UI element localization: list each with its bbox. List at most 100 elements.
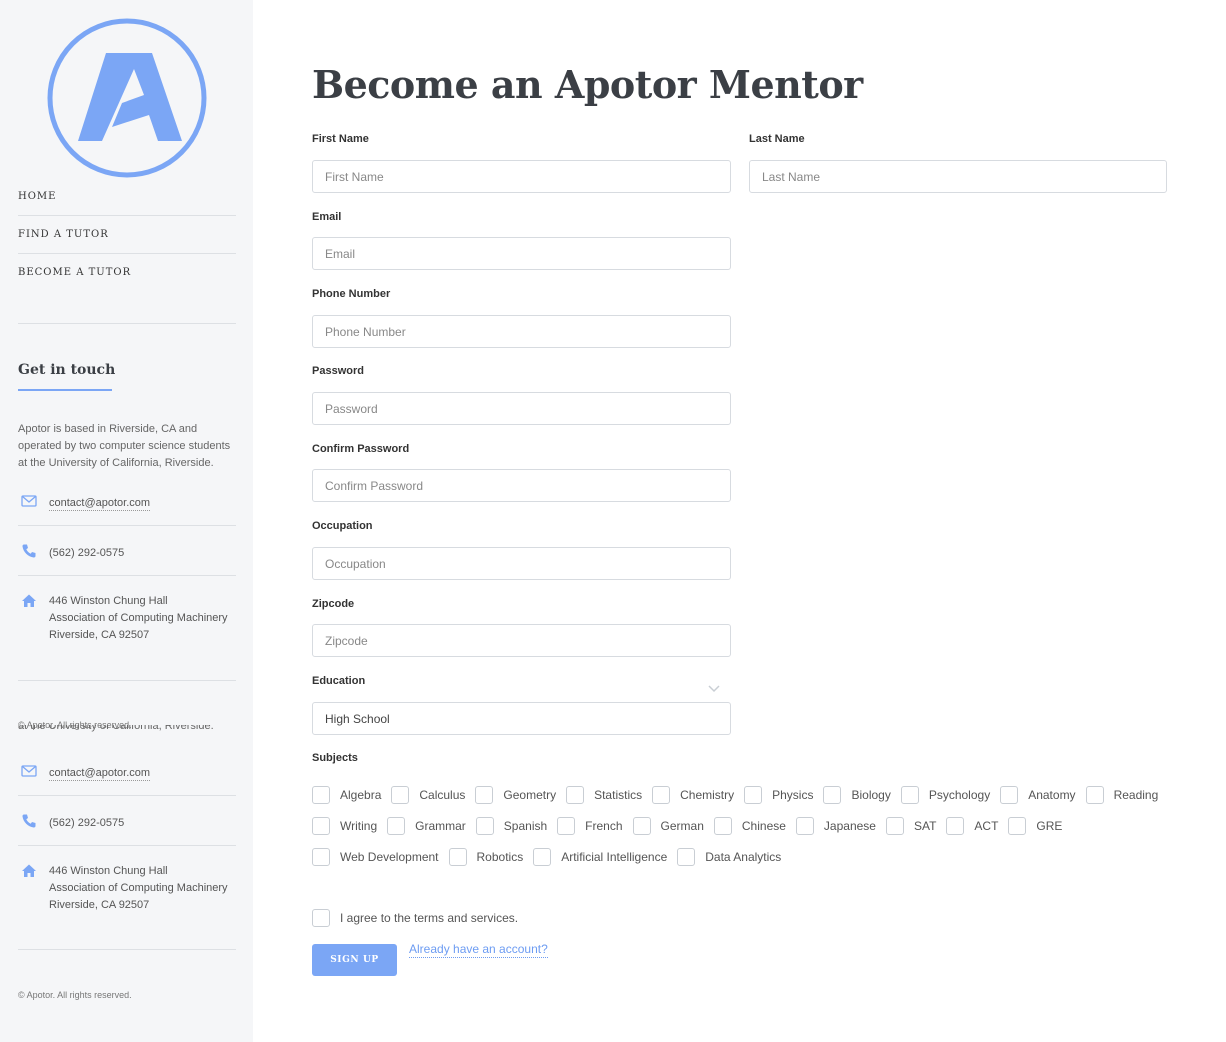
subject-label: GRE (1036, 818, 1063, 833)
subject-checkbox[interactable] (391, 785, 410, 804)
subject-option[interactable]: Writing (312, 816, 378, 835)
subject-option[interactable]: Chinese (713, 816, 786, 835)
subject-option[interactable]: Statistics (566, 785, 642, 804)
subject-option[interactable]: Geometry (475, 785, 556, 804)
subject-option[interactable]: German (632, 816, 704, 835)
subject-checkbox[interactable] (566, 785, 585, 804)
subject-checkbox[interactable] (885, 816, 904, 835)
subject-checkbox[interactable] (713, 816, 732, 835)
subjects-label: Subjects (312, 752, 358, 764)
address-line: Riverside, CA 92507 (49, 899, 150, 911)
subject-checkbox[interactable] (475, 785, 494, 804)
contact-address: 446 Winston Chung Hall Association of Co… (49, 863, 236, 914)
subject-option[interactable]: Physics (744, 785, 813, 804)
subject-checkbox[interactable] (744, 785, 763, 804)
subject-checkbox[interactable] (632, 816, 651, 835)
subject-checkbox[interactable] (312, 816, 330, 835)
subject-option[interactable]: Chemistry (652, 785, 734, 804)
password-input[interactable] (312, 392, 731, 425)
contact-email-link[interactable]: contact@apotor.com (49, 496, 151, 511)
terms-checkbox[interactable] (312, 909, 330, 927)
subject-option[interactable]: Artificial Intelligence (533, 847, 667, 866)
subject-option[interactable]: Japanese (795, 816, 876, 835)
subject-label: Spanish (503, 818, 548, 833)
subject-option[interactable]: Data Analytics (677, 847, 781, 866)
subject-option[interactable]: ACT (946, 816, 999, 835)
subject-option[interactable]: Biology (823, 785, 891, 804)
subject-checkbox[interactable] (1085, 785, 1104, 804)
sign-up-button[interactable]: SIGN UP (312, 944, 397, 976)
occupation-input[interactable] (312, 547, 731, 580)
subject-option[interactable]: Psychology (900, 785, 991, 804)
contact-phone-row: (562) 292-0575 (18, 796, 236, 846)
subject-checkbox[interactable] (652, 785, 671, 804)
subject-checkbox[interactable] (475, 816, 494, 835)
subject-checkbox[interactable] (677, 847, 696, 866)
phone-label: Phone Number (312, 288, 391, 300)
subject-checkbox[interactable] (312, 785, 330, 804)
phone-icon (22, 544, 36, 558)
subject-option[interactable]: Anatomy (1000, 785, 1076, 804)
first-name-input[interactable] (312, 160, 731, 193)
contact-address: 446 Winston Chung Hall Association of Co… (49, 593, 236, 644)
about-text: Apotor is based in Riverside, CA and ope… (18, 423, 231, 469)
subject-checkbox[interactable] (533, 847, 552, 866)
subject-checkbox[interactable] (900, 785, 919, 804)
subject-option[interactable]: Reading (1085, 785, 1158, 804)
zipcode-input[interactable] (312, 624, 731, 657)
subject-label: Psychology (928, 787, 991, 802)
subject-checkbox[interactable] (1008, 816, 1027, 835)
subject-label: Writing (340, 818, 378, 833)
confirm-password-label: Confirm Password (312, 443, 410, 455)
email-input[interactable] (312, 237, 731, 270)
envelope-icon (21, 495, 37, 507)
heading-underline (18, 389, 112, 391)
subject-checkbox[interactable] (448, 847, 467, 866)
already-have-account-link[interactable]: Already have an account? (409, 942, 548, 958)
subject-label: SAT (913, 818, 937, 833)
get-in-touch-heading: Get in touch (18, 362, 116, 378)
password-label: Password (312, 365, 364, 377)
contact-email-link[interactable]: contact@apotor.com (49, 766, 151, 781)
subject-label: Calculus (419, 787, 466, 802)
subject-checkbox[interactable] (312, 847, 330, 866)
subject-label: Web Development (340, 849, 439, 864)
subject-label: ACT (974, 818, 999, 833)
terms-label: I agree to the terms and services. (340, 911, 519, 925)
subject-option[interactable]: Spanish (475, 816, 548, 835)
about-text-clipped: at the University of California, Riversi… (18, 725, 214, 732)
subject-checkbox[interactable] (1000, 785, 1019, 804)
subject-option[interactable]: Robotics (448, 847, 523, 866)
phone-input[interactable] (312, 315, 731, 348)
subject-row: Algebra Calculus Geometry Statistics Che… (312, 779, 1192, 810)
address-line: 446 Winston Chung Hall (49, 595, 168, 607)
subject-option[interactable]: GRE (1008, 816, 1063, 835)
subject-label: Biology (851, 787, 891, 802)
subject-checkbox[interactable] (557, 816, 576, 835)
subject-option[interactable]: SAT (885, 816, 937, 835)
subject-row: Web Development Robotics Artificial Inte… (312, 841, 1192, 872)
chevron-down-icon[interactable] (707, 684, 721, 694)
subject-option[interactable]: Web Development (312, 847, 439, 866)
contact-email-row: contact@apotor.com (18, 493, 236, 526)
subject-option[interactable]: French (557, 816, 623, 835)
contact-block: contact@apotor.com (562) 292-0575 446 Wi… (18, 493, 236, 681)
subject-checkbox[interactable] (946, 816, 965, 835)
nav-home[interactable]: HOME (18, 178, 236, 216)
sidebar: HOME FIND A TUTOR BECOME A TUTOR Get in … (0, 0, 253, 1042)
subject-option[interactable]: Calculus (391, 785, 466, 804)
confirm-password-input[interactable] (312, 469, 731, 502)
address-line: Association of Computing Machinery (49, 882, 228, 894)
subject-checkbox[interactable] (387, 816, 406, 835)
subject-option[interactable]: Algebra (312, 785, 381, 804)
terms-agreement[interactable]: I agree to the terms and services. (312, 909, 518, 927)
subject-checkbox[interactable] (823, 785, 842, 804)
last-name-input[interactable] (749, 160, 1167, 193)
subject-checkbox[interactable] (795, 816, 814, 835)
envelope-icon (21, 765, 37, 777)
apotor-logo[interactable] (46, 17, 208, 179)
subject-option[interactable]: Grammar (387, 816, 466, 835)
nav-become-a-tutor[interactable]: BECOME A TUTOR (18, 254, 236, 292)
education-select[interactable]: High School (312, 702, 731, 735)
nav-find-a-tutor[interactable]: FIND A TUTOR (18, 216, 236, 254)
